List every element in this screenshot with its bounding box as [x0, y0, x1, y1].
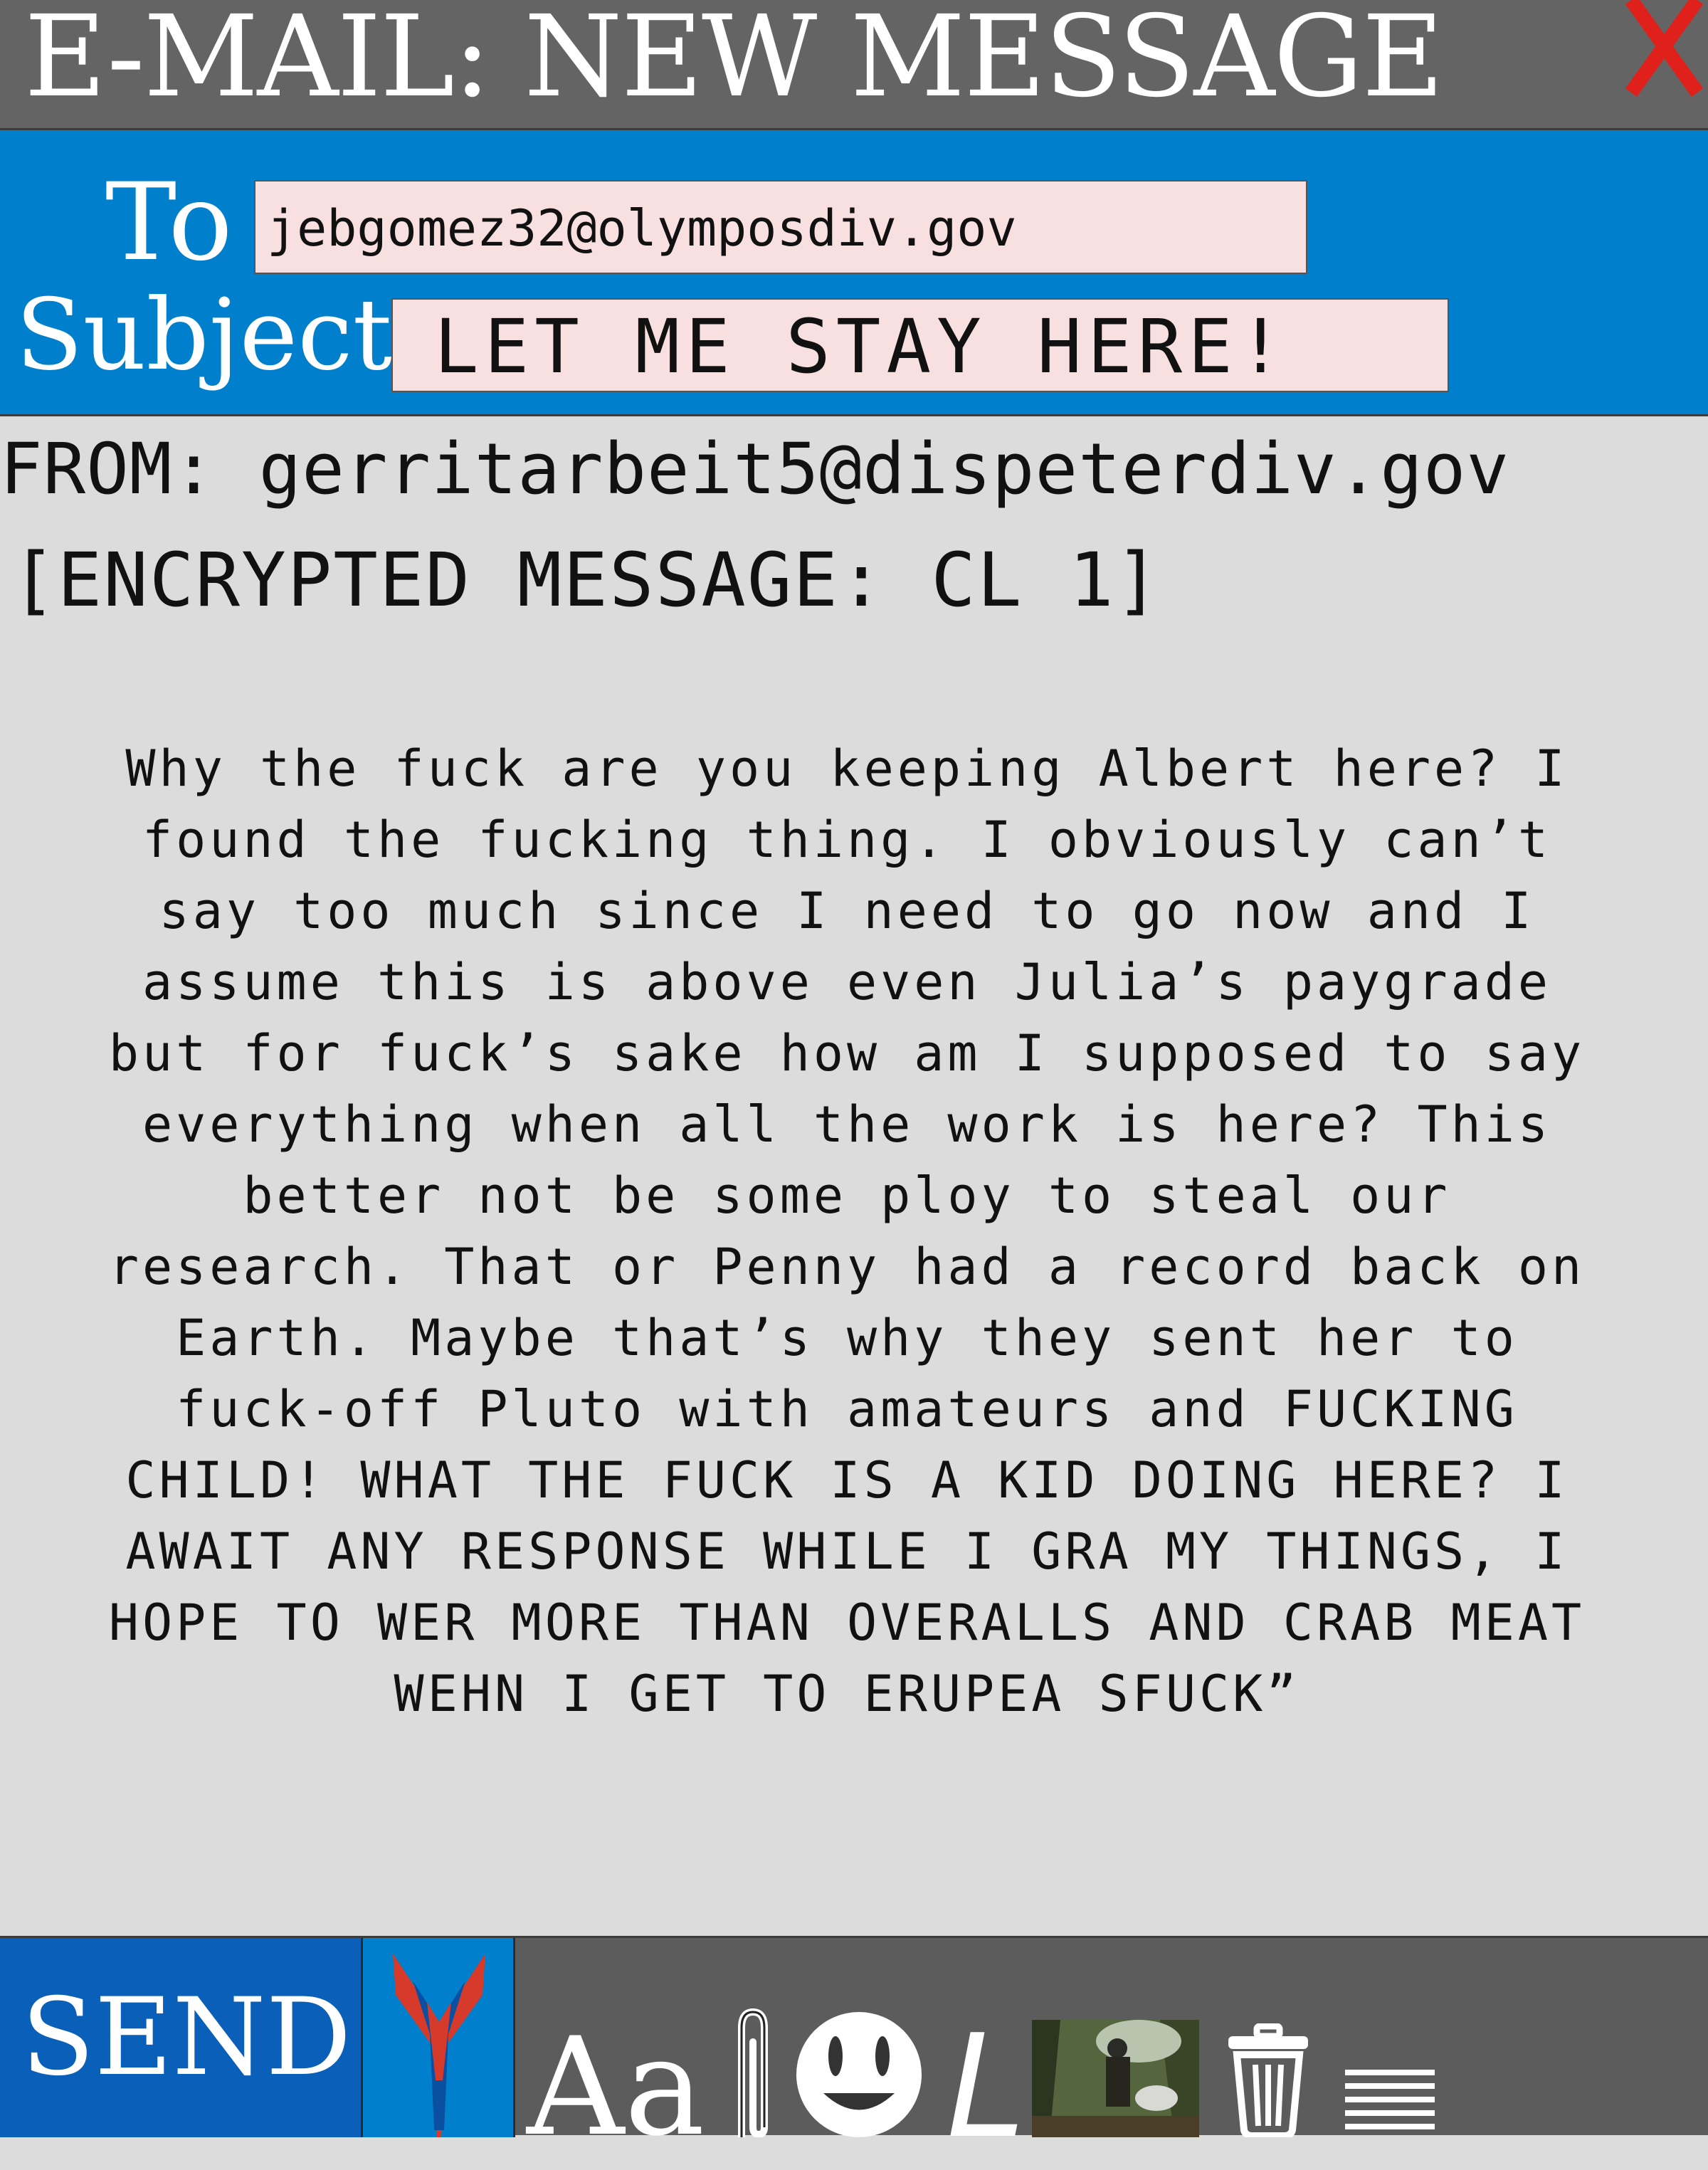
message-line: fuck-off Pluto with amateurs and FUCKING: [176, 1380, 1518, 1438]
message-line: HOPE TO WER MORE THAN OVERALLS AND CRAB …: [108, 1594, 1586, 1652]
paperclip-icon[interactable]: [727, 2006, 779, 2141]
message-line: everything when all the work is here? Th…: [142, 1095, 1552, 1154]
logo-icon[interactable]: [363, 1938, 515, 2137]
encryption-notice: [ENCRYPTED MESSAGE: CL 1]: [11, 537, 1161, 623]
font-icon[interactable]: Aa: [527, 2016, 705, 2159]
message-line: but for fuck’s sake how am I supposed to…: [108, 1024, 1586, 1083]
toolbar: SEND Aa L: [0, 1936, 1708, 2159]
message-line: say too much since I need to go now and …: [159, 882, 1535, 940]
message-line: WEHN I GET TO ERUPEA SFUCK”: [394, 1665, 1300, 1723]
message-body[interactable]: Why the fuck are you keeping Albert here…: [14, 733, 1680, 1729]
message-line: research. That or Penny had a record bac…: [108, 1238, 1586, 1296]
message-line: CHILD! WHAT THE FUCK IS A KID DOING HERE…: [125, 1451, 1569, 1510]
to-label: To: [105, 161, 233, 285]
close-icon[interactable]: [1623, 0, 1708, 100]
message-line: found the fucking thing. I obviously can…: [142, 811, 1552, 869]
message-line: better not be some ploy to steal our: [243, 1166, 1451, 1225]
to-field[interactable]: jebgomez32@olymposdiv.gov: [254, 180, 1307, 274]
window-title: E-MAIL: NEW MESSAGE: [24, 0, 1444, 122]
image-thumbnail[interactable]: [1032, 2020, 1199, 2137]
title-bar: E-MAIL: NEW MESSAGE: [0, 0, 1708, 130]
send-label: SEND: [21, 1976, 352, 2100]
smiley-icon[interactable]: [791, 2009, 927, 2137]
message-line: Earth. Maybe that’s why they sent her to: [176, 1309, 1518, 1367]
from-line: FROM: gerritarbeit5@dispeterdiv.gov: [0, 428, 1510, 510]
message-line: Why the fuck are you keeping Albert here…: [125, 739, 1569, 798]
subject-field[interactable]: LET ME STAY HERE!: [391, 298, 1449, 392]
italic-icon[interactable]: L: [947, 2016, 1026, 2159]
compose-header: To jebgomez32@olymposdiv.gov Subject LET…: [0, 130, 1708, 416]
message-line: AWAIT ANY RESPONSE WHILE I GRA MY THINGS…: [125, 1522, 1569, 1581]
message-line: assume this is above even Julia’s paygra…: [142, 953, 1552, 1011]
align-icon[interactable]: [1345, 2066, 1438, 2137]
send-button[interactable]: SEND: [0, 1938, 363, 2137]
trash-icon[interactable]: [1224, 2023, 1312, 2139]
subject-label: Subject: [16, 278, 392, 392]
